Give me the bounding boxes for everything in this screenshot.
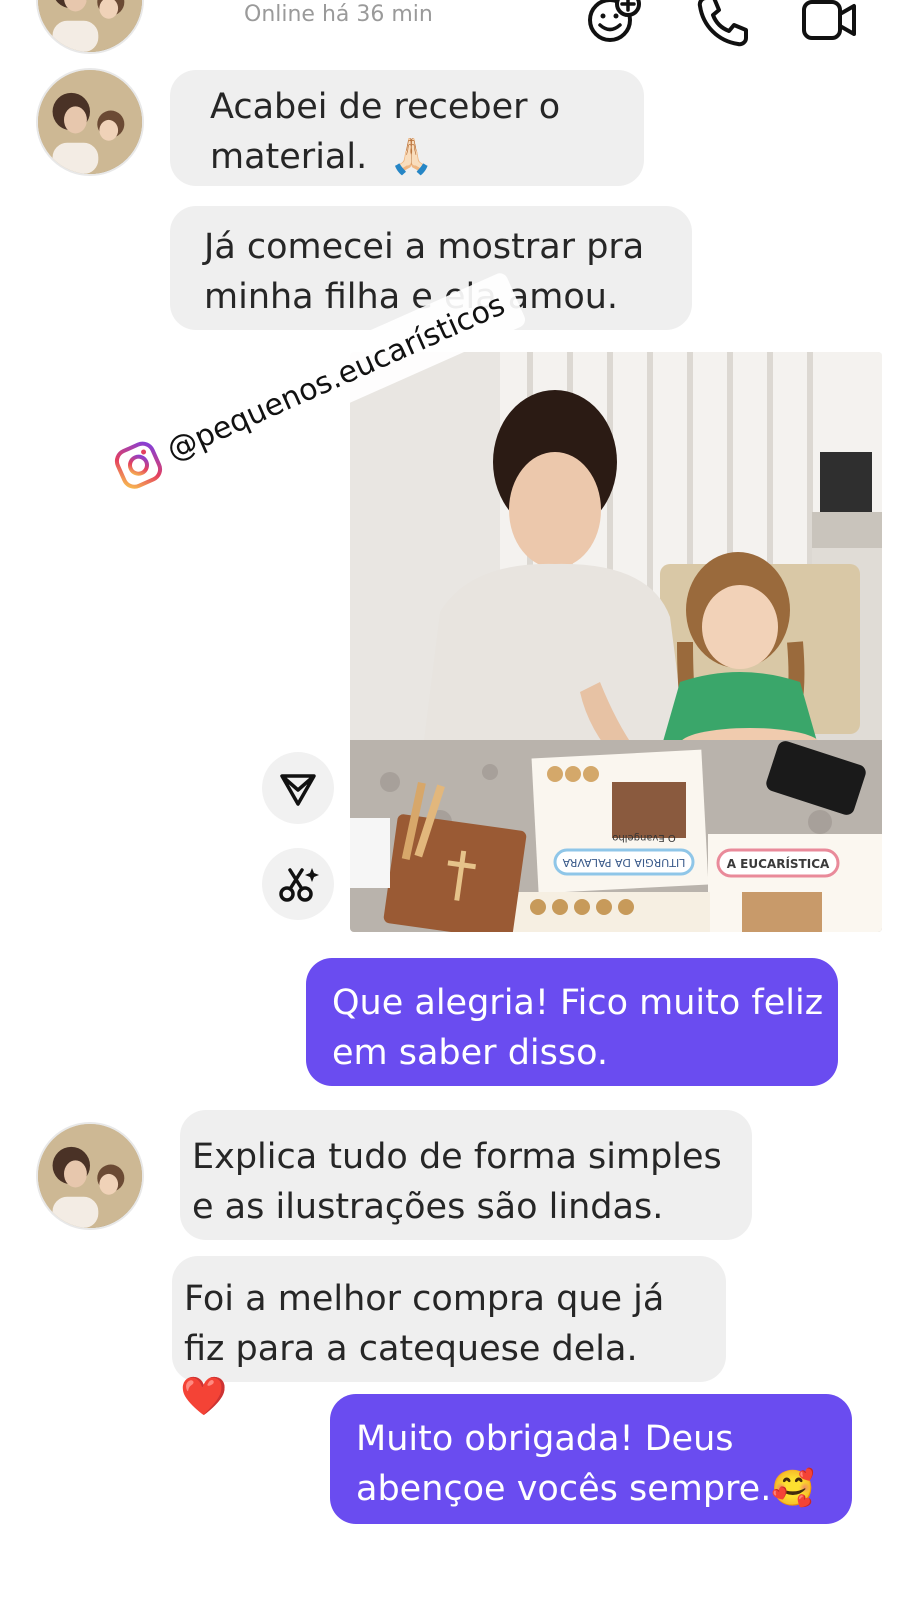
worksheet-subtitle: O Evangelho	[612, 832, 676, 843]
instagram-icon	[114, 441, 163, 489]
incoming-message[interactable]: Acabei de receber o material. 🙏🏻	[170, 70, 644, 186]
message-text: Já comecei a mostrar pra	[204, 227, 645, 267]
worksheet-title-eucaristica: A EUCARÍSTICA	[727, 856, 830, 871]
smiling-hearts-emoji: 🥰	[771, 1469, 815, 1509]
message-text: e as ilustrações são lindas.	[192, 1187, 664, 1227]
message-text: Foi a melhor compra que já	[184, 1279, 665, 1319]
worksheet-title-liturgia: LITURGIA DA PALAVRA	[562, 856, 685, 869]
praying-hands-emoji: 🙏🏻	[389, 137, 434, 177]
message-text: material.	[210, 137, 368, 177]
message-text: Acabei de receber o	[210, 87, 561, 127]
message-text: Muito obrigada! Deus	[356, 1419, 734, 1459]
message-text: fiz para a catequese dela.	[184, 1329, 638, 1369]
contact-avatar[interactable]	[36, 1122, 144, 1230]
effects-icon[interactable]	[586, 0, 646, 48]
incoming-message[interactable]: Explica tudo de forma simples e as ilust…	[180, 1110, 752, 1240]
online-status: Online há 36 min	[244, 2, 433, 27]
video-icon[interactable]	[800, 0, 860, 46]
message-text-line2: abençoe vocês sempre.🥰	[356, 1464, 852, 1514]
message-text: Que alegria! Fico muito feliz	[332, 983, 824, 1023]
message-text-line2: material. 🙏🏻	[210, 132, 644, 182]
message-text: em saber disso.	[332, 1033, 609, 1073]
heart-reaction[interactable]: ❤️	[180, 1372, 227, 1420]
share-button[interactable]	[262, 752, 334, 824]
contact-avatar-header[interactable]	[36, 0, 144, 54]
photo-message[interactable]: LITURGIA DA PALAVRA O Evangelho A EUCARÍ…	[350, 352, 882, 932]
scissors-sparkle-icon	[279, 868, 319, 902]
contact-avatar[interactable]	[36, 68, 144, 176]
message-text: abençoe vocês sempre.	[356, 1469, 772, 1509]
outgoing-message[interactable]: Muito obrigada! Deus abençoe vocês sempr…	[330, 1394, 852, 1524]
outgoing-message[interactable]: Que alegria! Fico muito feliz em saber d…	[306, 958, 838, 1086]
send-icon	[280, 774, 316, 806]
phone-icon[interactable]	[694, 0, 750, 48]
ai-edit-button[interactable]	[262, 848, 334, 920]
incoming-message[interactable]: Foi a melhor compra que já fiz para a ca…	[172, 1256, 726, 1382]
message-text: Explica tudo de forma simples	[192, 1137, 722, 1177]
